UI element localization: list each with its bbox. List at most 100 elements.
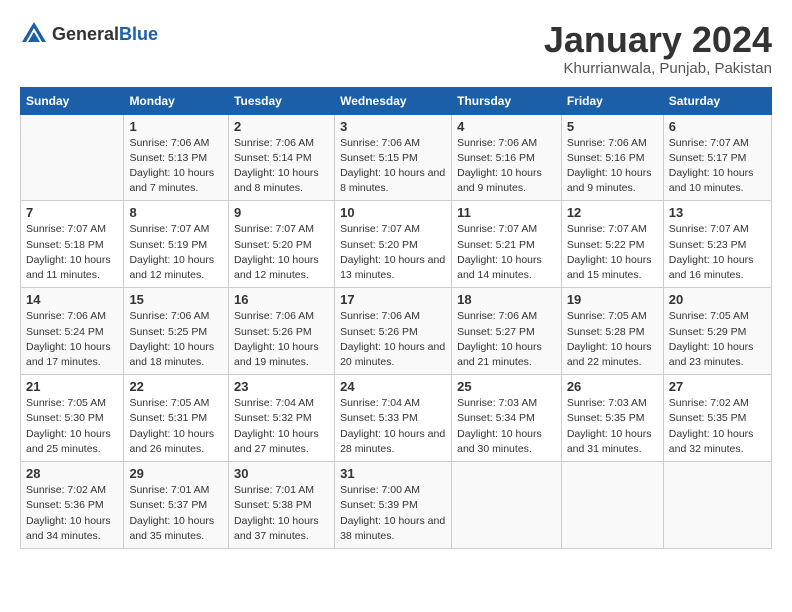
logo-icon <box>20 20 48 48</box>
day-info: Sunrise: 7:06 AMSunset: 5:27 PMDaylight:… <box>457 309 556 370</box>
day-info: Sunrise: 7:01 AMSunset: 5:37 PMDaylight:… <box>129 483 223 544</box>
calendar-cell-w3-d7: 20 Sunrise: 7:05 AMSunset: 5:29 PMDaylig… <box>663 288 771 375</box>
calendar-cell-w3-d4: 17 Sunrise: 7:06 AMSunset: 5:26 PMDaylig… <box>335 288 452 375</box>
day-info: Sunrise: 7:07 AMSunset: 5:22 PMDaylight:… <box>567 222 658 283</box>
calendar-cell-w2-d1: 7 Sunrise: 7:07 AMSunset: 5:18 PMDayligh… <box>21 201 124 288</box>
header-sunday: Sunday <box>21 87 124 114</box>
calendar-cell-w4-d6: 26 Sunrise: 7:03 AMSunset: 5:35 PMDaylig… <box>561 375 663 462</box>
header-tuesday: Tuesday <box>229 87 335 114</box>
calendar-cell-w5-d3: 30 Sunrise: 7:01 AMSunset: 5:38 PMDaylig… <box>229 462 335 549</box>
calendar-cell-w3-d1: 14 Sunrise: 7:06 AMSunset: 5:24 PMDaylig… <box>21 288 124 375</box>
calendar-cell-w5-d7 <box>663 462 771 549</box>
day-number: 7 <box>26 205 118 220</box>
day-info: Sunrise: 7:06 AMSunset: 5:15 PMDaylight:… <box>340 136 446 197</box>
day-number: 9 <box>234 205 329 220</box>
day-info: Sunrise: 7:05 AMSunset: 5:28 PMDaylight:… <box>567 309 658 370</box>
day-info: Sunrise: 7:06 AMSunset: 5:24 PMDaylight:… <box>26 309 118 370</box>
calendar-cell-w3-d5: 18 Sunrise: 7:06 AMSunset: 5:27 PMDaylig… <box>452 288 562 375</box>
day-number: 24 <box>340 379 446 394</box>
calendar-week-5: 28 Sunrise: 7:02 AMSunset: 5:36 PMDaylig… <box>21 462 772 549</box>
day-number: 25 <box>457 379 556 394</box>
main-title: January 2024 <box>544 20 772 60</box>
day-info: Sunrise: 7:06 AMSunset: 5:26 PMDaylight:… <box>340 309 446 370</box>
calendar-cell-w2-d5: 11 Sunrise: 7:07 AMSunset: 5:21 PMDaylig… <box>452 201 562 288</box>
day-number: 15 <box>129 292 223 307</box>
calendar-cell-w2-d6: 12 Sunrise: 7:07 AMSunset: 5:22 PMDaylig… <box>561 201 663 288</box>
day-number: 10 <box>340 205 446 220</box>
logo-general: General <box>52 24 119 44</box>
calendar-cell-w4-d4: 24 Sunrise: 7:04 AMSunset: 5:33 PMDaylig… <box>335 375 452 462</box>
calendar-cell-w1-d3: 2 Sunrise: 7:06 AMSunset: 5:14 PMDayligh… <box>229 114 335 201</box>
day-info: Sunrise: 7:06 AMSunset: 5:13 PMDaylight:… <box>129 136 223 197</box>
header-saturday: Saturday <box>663 87 771 114</box>
day-number: 28 <box>26 466 118 481</box>
title-block: January 2024 Khurrianwala, Punjab, Pakis… <box>544 20 772 77</box>
day-number: 14 <box>26 292 118 307</box>
day-info: Sunrise: 7:07 AMSunset: 5:19 PMDaylight:… <box>129 222 223 283</box>
calendar-cell-w4-d1: 21 Sunrise: 7:05 AMSunset: 5:30 PMDaylig… <box>21 375 124 462</box>
header-thursday: Thursday <box>452 87 562 114</box>
calendar-cell-w5-d2: 29 Sunrise: 7:01 AMSunset: 5:37 PMDaylig… <box>124 462 229 549</box>
day-number: 8 <box>129 205 223 220</box>
day-info: Sunrise: 7:05 AMSunset: 5:30 PMDaylight:… <box>26 396 118 457</box>
day-info: Sunrise: 7:06 AMSunset: 5:26 PMDaylight:… <box>234 309 329 370</box>
day-info: Sunrise: 7:06 AMSunset: 5:14 PMDaylight:… <box>234 136 329 197</box>
calendar-cell-w1-d5: 4 Sunrise: 7:06 AMSunset: 5:16 PMDayligh… <box>452 114 562 201</box>
day-number: 3 <box>340 119 446 134</box>
calendar-cell-w5-d4: 31 Sunrise: 7:00 AMSunset: 5:39 PMDaylig… <box>335 462 452 549</box>
calendar-cell-w1-d4: 3 Sunrise: 7:06 AMSunset: 5:15 PMDayligh… <box>335 114 452 201</box>
day-info: Sunrise: 7:05 AMSunset: 5:29 PMDaylight:… <box>669 309 766 370</box>
day-number: 23 <box>234 379 329 394</box>
header-wednesday: Wednesday <box>335 87 452 114</box>
logo-blue: Blue <box>119 24 158 44</box>
day-number: 21 <box>26 379 118 394</box>
calendar-cell-w2-d2: 8 Sunrise: 7:07 AMSunset: 5:19 PMDayligh… <box>124 201 229 288</box>
day-number: 22 <box>129 379 223 394</box>
day-info: Sunrise: 7:07 AMSunset: 5:21 PMDaylight:… <box>457 222 556 283</box>
calendar-week-3: 14 Sunrise: 7:06 AMSunset: 5:24 PMDaylig… <box>21 288 772 375</box>
calendar-cell-w5-d5 <box>452 462 562 549</box>
day-info: Sunrise: 7:07 AMSunset: 5:23 PMDaylight:… <box>669 222 766 283</box>
day-number: 1 <box>129 119 223 134</box>
day-number: 11 <box>457 205 556 220</box>
calendar-cell-w4-d2: 22 Sunrise: 7:05 AMSunset: 5:31 PMDaylig… <box>124 375 229 462</box>
header-friday: Friday <box>561 87 663 114</box>
header-monday: Monday <box>124 87 229 114</box>
calendar-table: Sunday Monday Tuesday Wednesday Thursday… <box>20 87 772 549</box>
day-info: Sunrise: 7:06 AMSunset: 5:16 PMDaylight:… <box>457 136 556 197</box>
calendar-cell-w4-d7: 27 Sunrise: 7:02 AMSunset: 5:35 PMDaylig… <box>663 375 771 462</box>
day-number: 19 <box>567 292 658 307</box>
day-info: Sunrise: 7:02 AMSunset: 5:36 PMDaylight:… <box>26 483 118 544</box>
logo: GeneralBlue <box>20 20 158 48</box>
day-number: 27 <box>669 379 766 394</box>
day-info: Sunrise: 7:06 AMSunset: 5:16 PMDaylight:… <box>567 136 658 197</box>
calendar-cell-w1-d6: 5 Sunrise: 7:06 AMSunset: 5:16 PMDayligh… <box>561 114 663 201</box>
calendar-cell-w3-d6: 19 Sunrise: 7:05 AMSunset: 5:28 PMDaylig… <box>561 288 663 375</box>
calendar-week-4: 21 Sunrise: 7:05 AMSunset: 5:30 PMDaylig… <box>21 375 772 462</box>
day-number: 4 <box>457 119 556 134</box>
day-number: 6 <box>669 119 766 134</box>
calendar-cell-w5-d6 <box>561 462 663 549</box>
day-number: 2 <box>234 119 329 134</box>
day-number: 29 <box>129 466 223 481</box>
day-info: Sunrise: 7:01 AMSunset: 5:38 PMDaylight:… <box>234 483 329 544</box>
day-info: Sunrise: 7:07 AMSunset: 5:20 PMDaylight:… <box>234 222 329 283</box>
calendar-cell-w2-d7: 13 Sunrise: 7:07 AMSunset: 5:23 PMDaylig… <box>663 201 771 288</box>
calendar-cell-w1-d2: 1 Sunrise: 7:06 AMSunset: 5:13 PMDayligh… <box>124 114 229 201</box>
day-number: 16 <box>234 292 329 307</box>
day-info: Sunrise: 7:00 AMSunset: 5:39 PMDaylight:… <box>340 483 446 544</box>
calendar-cell-w4-d3: 23 Sunrise: 7:04 AMSunset: 5:32 PMDaylig… <box>229 375 335 462</box>
day-number: 31 <box>340 466 446 481</box>
day-info: Sunrise: 7:05 AMSunset: 5:31 PMDaylight:… <box>129 396 223 457</box>
calendar-header-row: Sunday Monday Tuesday Wednesday Thursday… <box>21 87 772 114</box>
day-info: Sunrise: 7:07 AMSunset: 5:20 PMDaylight:… <box>340 222 446 283</box>
day-number: 17 <box>340 292 446 307</box>
day-info: Sunrise: 7:07 AMSunset: 5:18 PMDaylight:… <box>26 222 118 283</box>
day-number: 30 <box>234 466 329 481</box>
calendar-cell-w3-d3: 16 Sunrise: 7:06 AMSunset: 5:26 PMDaylig… <box>229 288 335 375</box>
day-number: 26 <box>567 379 658 394</box>
day-info: Sunrise: 7:04 AMSunset: 5:32 PMDaylight:… <box>234 396 329 457</box>
calendar-cell-w5-d1: 28 Sunrise: 7:02 AMSunset: 5:36 PMDaylig… <box>21 462 124 549</box>
day-info: Sunrise: 7:04 AMSunset: 5:33 PMDaylight:… <box>340 396 446 457</box>
day-info: Sunrise: 7:07 AMSunset: 5:17 PMDaylight:… <box>669 136 766 197</box>
